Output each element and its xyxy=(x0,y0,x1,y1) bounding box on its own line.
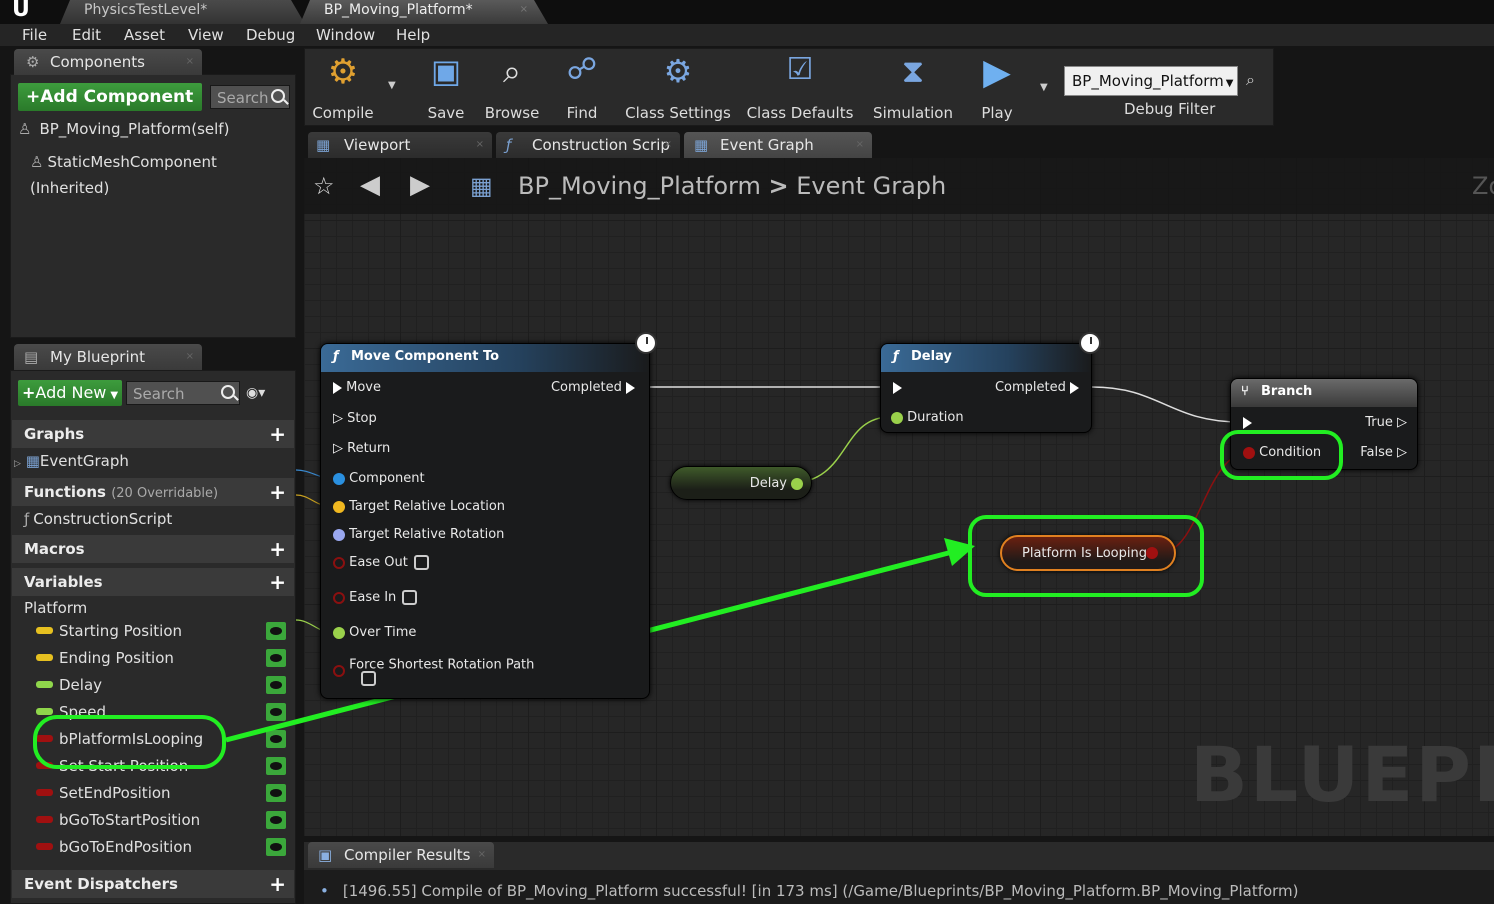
function-icon: ƒ xyxy=(893,349,899,364)
latent-clock-icon xyxy=(1079,332,1101,354)
pin-label: Move xyxy=(346,380,382,395)
node-title: Delay xyxy=(911,349,952,364)
float-pin-icon xyxy=(333,626,345,639)
pin-label: Completed xyxy=(550,380,622,395)
exec-wire-delay-to-branch xyxy=(1091,386,1241,423)
pin-label: Component xyxy=(349,471,425,486)
branch-icon: ⑂ xyxy=(1241,384,1249,399)
bool-pin-icon xyxy=(333,665,345,677)
exec-pin-icon xyxy=(1243,416,1252,429)
tab-label: Compiler Results xyxy=(344,846,471,864)
getter-label: Delay xyxy=(749,476,787,491)
pin-duration[interactable]: Duration xyxy=(891,410,964,425)
ease-in-checkbox[interactable] xyxy=(402,590,418,605)
exec-pin-hollow-icon: ▷ xyxy=(333,441,343,456)
exec-pin-hollow-icon: ▷ xyxy=(1397,415,1407,430)
node-header: ƒ Move Component To xyxy=(321,344,649,372)
close-icon[interactable]: × xyxy=(478,842,486,868)
function-icon: ƒ xyxy=(333,349,339,364)
exec-pin-icon xyxy=(333,381,342,394)
rotator-pin-icon xyxy=(333,528,345,541)
pin-ease-in[interactable]: Ease In xyxy=(333,590,418,605)
node-title: Branch xyxy=(1261,384,1313,399)
exec-pin-hollow-icon: ▷ xyxy=(1397,445,1407,460)
highlight-condition xyxy=(1220,430,1343,480)
pin-target-location[interactable]: Target Relative Location xyxy=(333,499,505,514)
pin-label: Over Time xyxy=(349,625,417,640)
force-shortest-checkbox[interactable] xyxy=(361,671,376,686)
pin-label: Target Relative Rotation xyxy=(349,527,505,542)
pin-false[interactable]: False ▷ xyxy=(1360,445,1407,460)
pin-target-rotation[interactable]: Target Relative Rotation xyxy=(333,527,504,542)
node-header: ƒ Delay xyxy=(881,344,1091,372)
pin-label: Force Shortest Rotation Path xyxy=(349,657,535,673)
pin-label: False xyxy=(1360,445,1393,460)
highlight-getter xyxy=(968,515,1204,597)
compiler-icon: ▣ xyxy=(318,846,333,864)
delay-variable-getter[interactable]: Delay xyxy=(670,466,812,500)
float-pin-icon xyxy=(891,411,903,424)
latent-clock-icon xyxy=(635,332,657,354)
pin-exec-in[interactable] xyxy=(1243,415,1252,430)
pin-label: True xyxy=(1365,415,1393,430)
float-pin-icon[interactable] xyxy=(791,478,803,490)
pin-label: Return xyxy=(347,441,391,456)
pin-label: Ease In xyxy=(349,590,397,605)
ease-out-checkbox[interactable] xyxy=(413,555,429,570)
pin-completed[interactable]: Completed xyxy=(551,380,635,395)
delay-node[interactable]: ƒ Delay Completed Duration xyxy=(880,332,1101,433)
exec-pin-hollow-icon: ▷ xyxy=(333,411,343,426)
exec-pin-icon xyxy=(1070,381,1079,394)
bool-pin-icon xyxy=(333,556,345,569)
pin-label: Target Relative Location xyxy=(349,499,506,514)
node-header: ⑂ Branch xyxy=(1231,379,1417,407)
compiler-message: • [1496.55] Compile of BP_Moving_Platform… xyxy=(320,882,1299,900)
vector-pin-icon xyxy=(333,500,345,513)
pin-completed[interactable]: Completed xyxy=(995,380,1079,395)
exec-pin-icon xyxy=(893,381,902,394)
compiler-message-text: [1496.55] Compile of BP_Moving_Platform … xyxy=(342,882,1299,900)
exec-pin-icon xyxy=(626,381,635,394)
object-pin-icon xyxy=(333,472,345,485)
pin-label: Stop xyxy=(347,411,377,426)
bullet-icon: • xyxy=(320,882,329,900)
pin-label: Completed xyxy=(994,380,1066,395)
pin-component[interactable]: Component xyxy=(333,471,425,486)
pin-move[interactable]: Move xyxy=(333,380,381,395)
tab-compiler-results[interactable]: ▣ Compiler Results × xyxy=(308,842,494,868)
move-component-to-node[interactable]: ƒ Move Component To Move Completed ▷ Stop… xyxy=(320,332,657,699)
pin-stop[interactable]: ▷ Stop xyxy=(333,411,377,426)
pin-label: Duration xyxy=(907,410,964,425)
node-title: Move Component To xyxy=(351,349,500,364)
highlight-variable xyxy=(33,715,226,769)
bool-pin-icon xyxy=(333,591,345,604)
pin-true[interactable]: True ▷ xyxy=(1365,415,1407,430)
pin-label: Ease Out xyxy=(349,555,408,570)
pin-over-time[interactable]: Over Time xyxy=(333,625,416,640)
pin-ease-out[interactable]: Ease Out xyxy=(333,555,429,570)
pin-exec-in[interactable] xyxy=(893,380,902,395)
pin-return[interactable]: ▷ Return xyxy=(333,441,390,456)
